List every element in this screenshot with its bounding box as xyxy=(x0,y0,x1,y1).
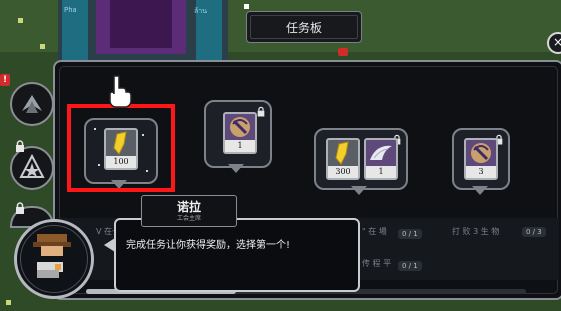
flower xyxy=(6,300,11,305)
item-count: 1 xyxy=(225,140,255,152)
flower xyxy=(244,4,249,9)
gold-shard-icon xyxy=(335,141,349,165)
claw-emblem-icon xyxy=(22,95,42,113)
pickaxe-token-icon xyxy=(230,117,250,137)
quest-row-text: 传 程 平 xyxy=(362,259,392,268)
lock-icon xyxy=(16,202,24,214)
portal-core xyxy=(110,0,172,48)
star-emblem-icon xyxy=(19,153,45,178)
wing-feather-icon xyxy=(370,145,392,160)
quest-progress-badge: 0 / 3 xyxy=(522,227,546,237)
quest-board-title: 任务板 xyxy=(285,21,322,35)
quest-board-title-plate: 任务板 xyxy=(246,11,362,43)
reward-node-3[interactable]: 300 1 xyxy=(314,128,408,190)
quest-progress-badge: 0 / 1 xyxy=(398,229,422,239)
pickaxe-token-icon xyxy=(471,143,491,163)
alert-badge: ! xyxy=(0,74,10,86)
reward-node-4[interactable]: 3 xyxy=(452,128,510,190)
dialog-text: 完成任务让你获得奖励，选择第一个! xyxy=(126,240,291,251)
building-sign-right: ล้าน xyxy=(194,7,208,15)
tab-achievements[interactable] xyxy=(10,82,54,126)
dialog-box[interactable]: 完成任务让你获得奖励，选择第一个! xyxy=(114,218,360,292)
item-count: 3 xyxy=(466,166,496,178)
npc-portrait xyxy=(14,219,94,299)
flower xyxy=(40,44,45,49)
npc-title: 工会主席 xyxy=(176,215,201,222)
npc-avatar-icon xyxy=(33,234,71,278)
pointing-hand-icon xyxy=(109,75,132,108)
flower xyxy=(18,18,23,23)
quest-row-text: 打 败 3 生 物 xyxy=(452,227,500,236)
reward-item: 300 xyxy=(326,138,360,180)
lock-icon xyxy=(257,106,265,117)
tab-ranks[interactable] xyxy=(10,146,54,190)
item-count: 1 xyxy=(366,166,396,178)
tutorial-highlight xyxy=(67,104,175,192)
reward-item: 3 xyxy=(464,138,498,180)
lock-icon xyxy=(16,140,24,152)
quest-progress-badge: 0 / 1 xyxy=(398,261,422,271)
item-count: 300 xyxy=(328,166,358,178)
npc-name-plate: 诺拉 工会主席 xyxy=(141,195,237,227)
notification-dot xyxy=(338,48,348,56)
reward-node-2[interactable]: 1 xyxy=(204,100,272,168)
building-sign-left: Pha xyxy=(64,6,77,14)
reward-item: 1 xyxy=(364,138,398,180)
quest-row-text: " 在 場 xyxy=(362,227,387,236)
reward-item: 1 xyxy=(223,112,257,154)
